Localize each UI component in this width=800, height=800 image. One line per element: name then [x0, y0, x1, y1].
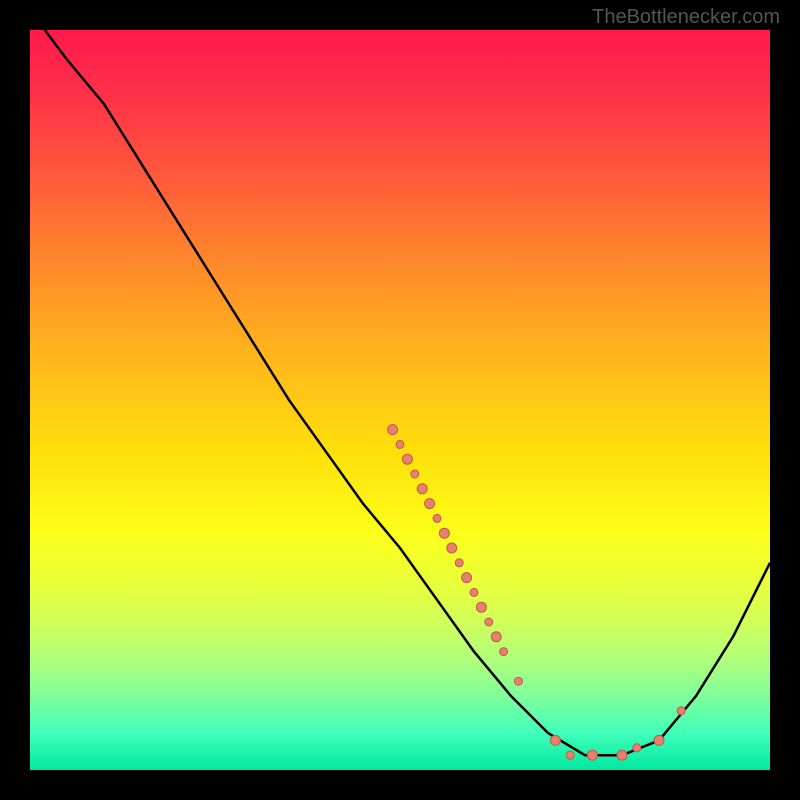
- data-point: [566, 751, 574, 759]
- chart-container: TheBottlenecker.com: [0, 0, 800, 800]
- chart-svg: [30, 30, 770, 770]
- bottleneck-curve: [45, 30, 770, 755]
- data-point: [462, 573, 472, 583]
- data-point: [411, 470, 419, 478]
- data-point: [402, 454, 412, 464]
- data-point: [654, 735, 664, 745]
- plot-area: [30, 30, 770, 770]
- data-point: [476, 602, 486, 612]
- data-point: [425, 499, 435, 509]
- data-point: [433, 514, 441, 522]
- data-point: [587, 750, 597, 760]
- data-point: [485, 618, 493, 626]
- data-point: [396, 440, 404, 448]
- data-point: [550, 735, 560, 745]
- data-point: [617, 750, 627, 760]
- data-point: [439, 528, 449, 538]
- data-point: [514, 677, 522, 685]
- data-point: [447, 543, 457, 553]
- watermark-text: TheBottlenecker.com: [592, 6, 780, 29]
- data-point: [633, 744, 641, 752]
- data-point: [455, 559, 463, 567]
- data-point: [388, 425, 398, 435]
- data-point: [500, 648, 508, 656]
- data-point: [677, 707, 685, 715]
- data-point: [470, 588, 478, 596]
- data-point: [491, 632, 501, 642]
- data-point: [417, 484, 427, 494]
